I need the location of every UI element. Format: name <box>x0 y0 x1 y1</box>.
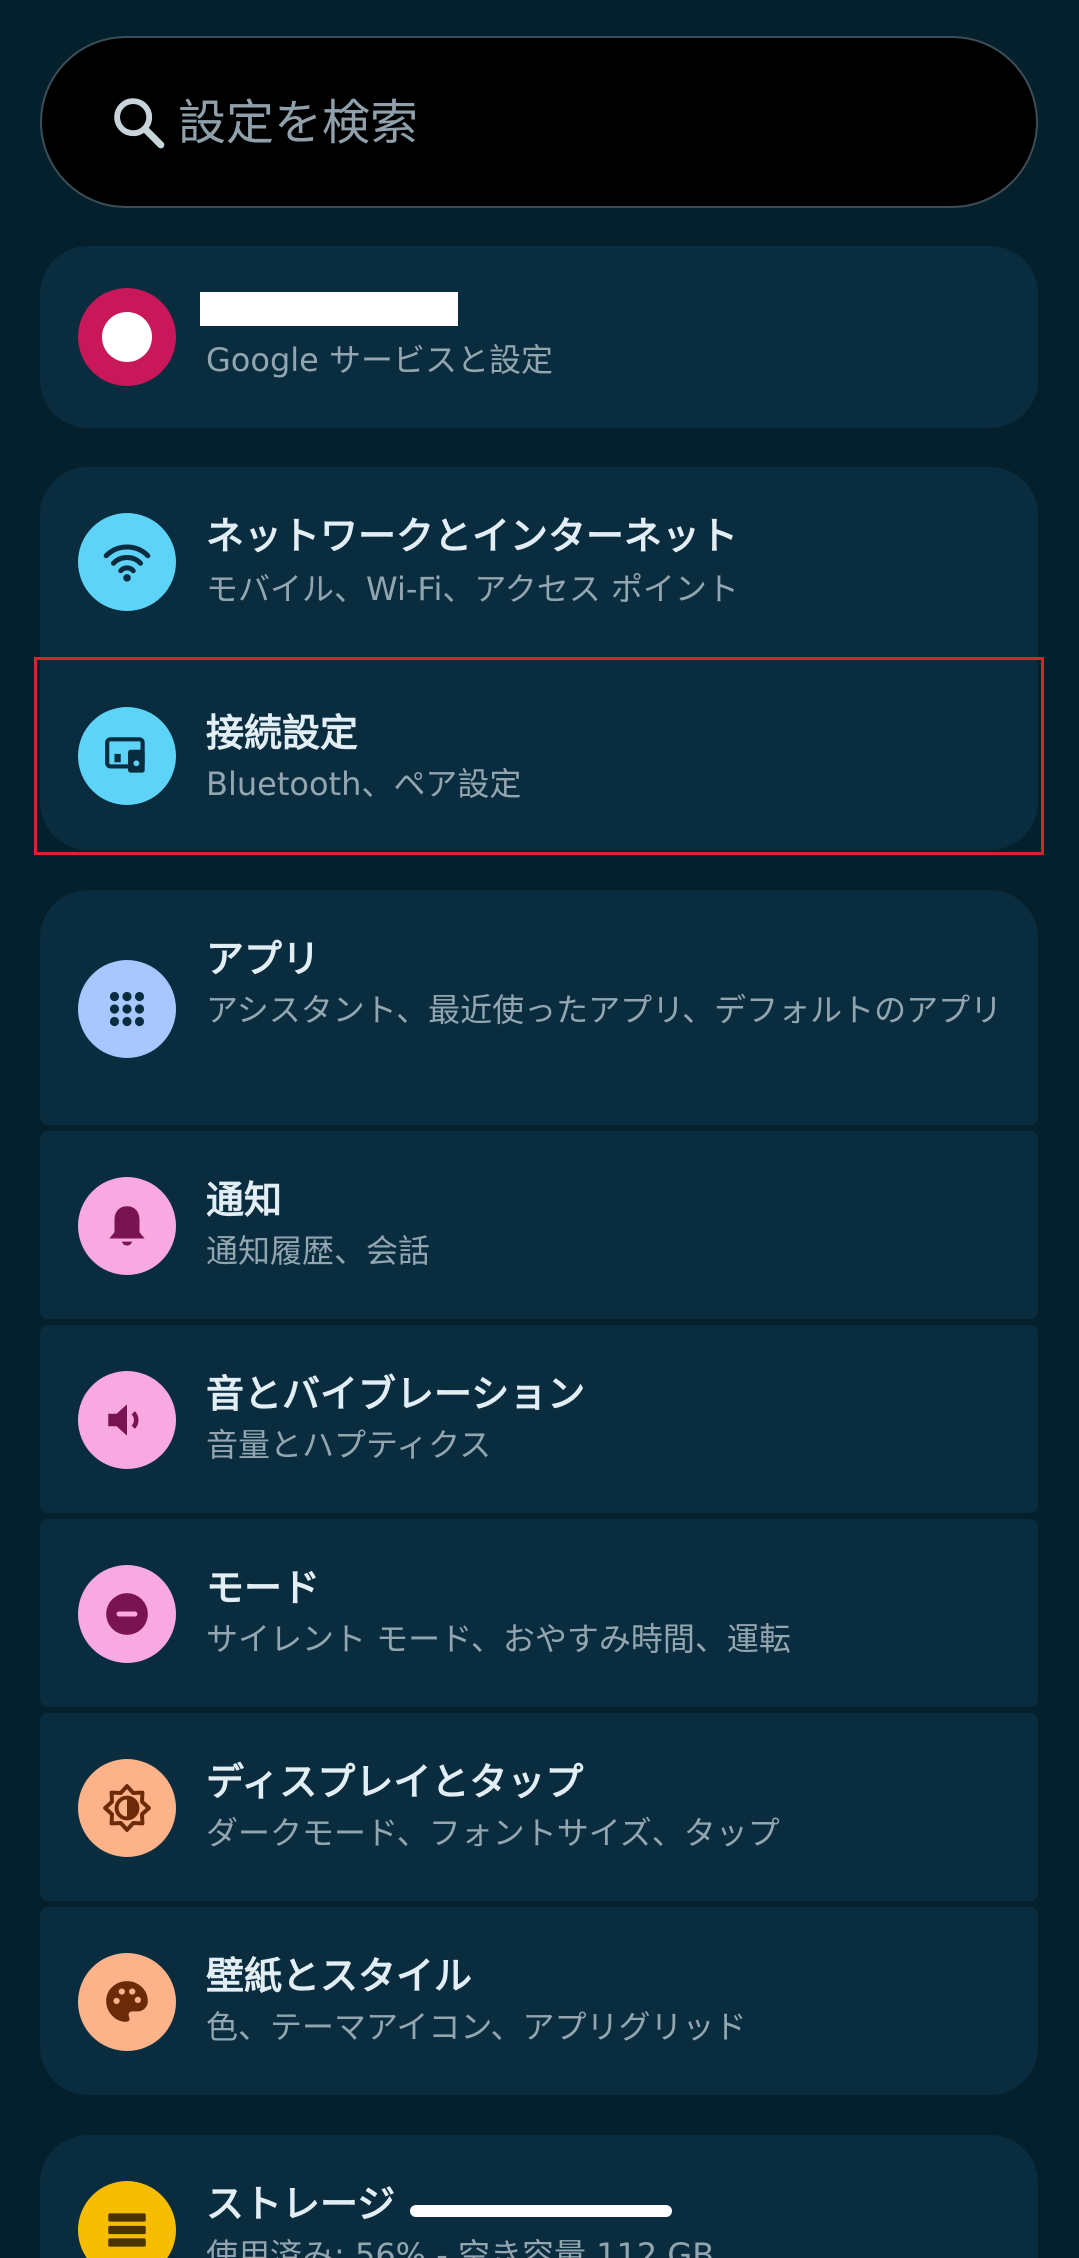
search-placeholder: 設定を検索 <box>178 95 419 151</box>
sound-title: 音とバイブレーション <box>206 1372 586 1416</box>
network-title: ネットワークとインターネット <box>206 514 739 558</box>
wallpaper-icon-circle <box>78 1953 176 2051</box>
display-title: ディスプレイとタップ <box>206 1760 584 1804</box>
apps-subtitle: アシスタント、最近使ったアプリ、デフォルトのアプリ <box>206 991 1003 1029</box>
sound-vibration-item[interactable]: 音とバイブレーション 音量とハプティクス <box>40 1325 1038 1513</box>
sound-subtitle: 音量とハプティクス <box>206 1426 492 1464</box>
storage-redaction <box>410 2205 672 2217</box>
palette-icon <box>106 1981 148 2022</box>
modes-item[interactable]: モード サイレント モード、おやすみ時間、運転 <box>40 1519 1038 1707</box>
storage-title: ストレージ <box>206 2182 396 2226</box>
brightness-icon <box>103 1784 151 1832</box>
settings-page: 設定を検索 Google サービスと設定 ネットワークとインターネット モバイル… <box>0 0 1079 2258</box>
network-subtitle: モバイル、Wi-Fi、アクセス ポイント <box>206 570 739 608</box>
bell-icon <box>109 1206 145 1246</box>
selection-highlight <box>34 657 1044 855</box>
notifications-icon-circle <box>78 1177 176 1275</box>
wifi-icon <box>103 544 151 582</box>
do-not-disturb-icon <box>106 1593 148 1635</box>
search-bar[interactable]: 設定を検索 <box>40 36 1038 208</box>
speaker-icon <box>108 1404 139 1436</box>
display-icon-circle <box>78 1759 176 1857</box>
wallpaper-title: 壁紙とスタイル <box>206 1954 473 1998</box>
apps-title: アプリ <box>206 937 321 981</box>
notifications-item[interactable]: 通知 通知履歴、会話 <box>40 1131 1038 1319</box>
notifications-title: 通知 <box>206 1178 283 1222</box>
search-icon <box>114 98 165 149</box>
apps-item[interactable]: アプリ アシスタント、最近使ったアプリ、デフォルトのアプリ <box>40 890 1038 1125</box>
apps-icon-circle <box>78 960 176 1058</box>
account-subtitle: Google サービスと設定 <box>206 341 554 379</box>
storage-icon-circle <box>78 2181 176 2258</box>
notifications-subtitle: 通知履歴、会話 <box>206 1232 431 1270</box>
avatar <box>78 288 176 386</box>
storage-icon <box>108 2213 146 2247</box>
display-subtitle: ダークモード、フォントサイズ、タップ <box>206 1814 780 1852</box>
storage-subtitle: 使用済み: 56% - 空き容量 112 GB <box>206 2236 715 2258</box>
display-touch-item[interactable]: ディスプレイとタップ ダークモード、フォントサイズ、タップ <box>40 1713 1038 1901</box>
modes-title: モード <box>206 1566 321 1610</box>
account-row[interactable]: Google サービスと設定 <box>40 246 1038 428</box>
account-name-redaction <box>200 292 458 326</box>
modes-icon-circle <box>78 1565 176 1663</box>
sound-icon-circle <box>78 1371 176 1469</box>
modes-subtitle: サイレント モード、おやすみ時間、運転 <box>206 1620 791 1658</box>
wallpaper-style-item[interactable]: 壁紙とスタイル 色、テーマアイコン、アプリグリッド <box>40 1907 1038 2095</box>
storage-item[interactable]: ストレージ 使用済み: 56% - 空き容量 112 GB <box>40 2135 1038 2258</box>
apps-grid-icon <box>109 991 145 1027</box>
network-icon-circle <box>78 513 176 611</box>
wallpaper-subtitle: 色、テーマアイコン、アプリグリッド <box>206 2008 747 2046</box>
network-internet-item[interactable]: ネットワークとインターネット モバイル、Wi-Fi、アクセス ポイント <box>40 467 1038 655</box>
